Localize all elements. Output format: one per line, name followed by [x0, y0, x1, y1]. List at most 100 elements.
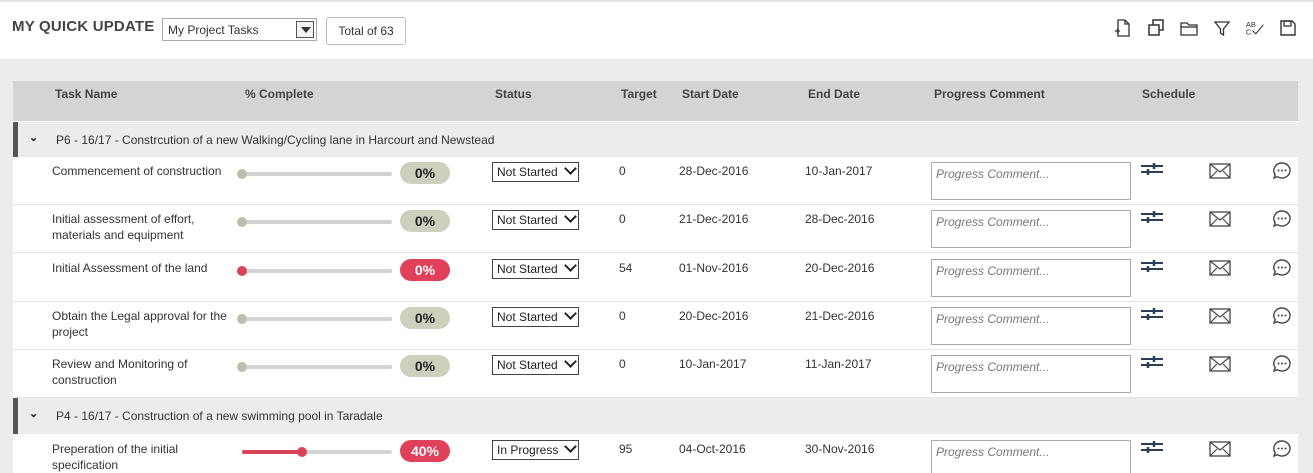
- grid-header: Task Name % Complete Status Target Start…: [13, 81, 1298, 121]
- percent-complete-slider[interactable]: [237, 217, 392, 227]
- start-date: 01-Nov-2016: [679, 261, 749, 275]
- percent-complete-slider[interactable]: [242, 447, 392, 457]
- slider-handle[interactable]: [237, 362, 247, 372]
- task-filter-select[interactable]: My Project Tasks: [162, 18, 317, 41]
- progress-comment-input[interactable]: Progress Comment...: [931, 259, 1131, 297]
- progress-comment-input[interactable]: Progress Comment...: [931, 210, 1131, 248]
- add-page-icon[interactable]: [1112, 16, 1134, 40]
- mail-icon[interactable]: [1207, 353, 1233, 375]
- status-select[interactable]: Not Started: [492, 307, 579, 327]
- end-date: 20-Dec-2016: [805, 261, 875, 275]
- percent-complete-badge: 0%: [400, 210, 450, 232]
- task-row: Review and Monitoring of construction 0% N…: [13, 350, 1298, 398]
- percent-complete-slider[interactable]: [237, 169, 392, 179]
- task-row: Obtain the Legal approval for the projec…: [13, 302, 1298, 350]
- target-value: 95: [619, 442, 633, 456]
- percent-complete-slider[interactable]: [237, 266, 392, 276]
- progress-comment-input[interactable]: Progress Comment...: [931, 162, 1131, 200]
- task-row: Initial assessment of effort, materials …: [13, 205, 1298, 253]
- column-status[interactable]: Status: [495, 87, 532, 101]
- slider-fill: [242, 450, 302, 454]
- end-date: 10-Jan-2017: [805, 164, 873, 178]
- column-start-date[interactable]: Start Date: [682, 87, 739, 101]
- task-row: Preperation of the initial specification…: [13, 435, 1298, 473]
- status-select[interactable]: Not Started: [492, 355, 579, 375]
- comment-bubble-icon[interactable]: [1269, 257, 1295, 279]
- save-icon[interactable]: [1277, 16, 1299, 40]
- start-date: 28-Dec-2016: [679, 164, 749, 178]
- project-group-header[interactable]: ⌄ P6 - 16/17 - Constrcution of a new Walk…: [13, 122, 1298, 158]
- percent-complete-slider[interactable]: [237, 362, 392, 372]
- status-value: In Progress: [497, 443, 559, 457]
- comment-bubble-icon[interactable]: [1269, 305, 1295, 327]
- comment-bubble-icon[interactable]: [1269, 208, 1295, 230]
- status-select[interactable]: In Progress: [492, 440, 579, 460]
- schedule-sliders-icon[interactable]: [1139, 305, 1165, 327]
- chevron-down-icon: [564, 355, 577, 368]
- schedule-sliders-icon[interactable]: [1139, 438, 1165, 460]
- page-title: MY QUICK UPDATE: [12, 18, 155, 35]
- end-date: 11-Jan-2017: [805, 357, 872, 371]
- start-date: 04-Oct-2016: [679, 442, 746, 456]
- column-target[interactable]: Target: [621, 87, 657, 101]
- svg-text:C: C: [1246, 28, 1252, 37]
- status-value: Not Started: [497, 310, 558, 324]
- mail-icon[interactable]: [1207, 257, 1233, 279]
- task-name: Obtain the Legal approval for the projec…: [52, 309, 227, 339]
- project-group-title: P4 - 16/17 - Construction of a new swimm…: [56, 409, 383, 423]
- status-select[interactable]: Not Started: [492, 259, 579, 279]
- comment-bubble-icon[interactable]: [1269, 438, 1295, 460]
- column-percent-complete[interactable]: % Complete: [245, 87, 314, 101]
- task-name: Initial assessment of effort, materials …: [52, 212, 195, 242]
- copy-icon[interactable]: [1145, 16, 1167, 40]
- status-select[interactable]: Not Started: [492, 162, 579, 182]
- schedule-sliders-icon[interactable]: [1139, 208, 1165, 230]
- end-date: 21-Dec-2016: [805, 309, 875, 323]
- slider-handle[interactable]: [237, 266, 247, 276]
- folder-icon[interactable]: [1178, 16, 1200, 40]
- chevron-down-icon: [564, 210, 577, 223]
- comment-bubble-icon[interactable]: [1269, 353, 1295, 375]
- target-value: 0: [619, 212, 626, 226]
- status-value: Not Started: [497, 165, 558, 179]
- collapse-chevron-icon[interactable]: ⌄: [29, 407, 38, 420]
- percent-complete-slider[interactable]: [237, 314, 392, 324]
- percent-complete-badge: 0%: [400, 307, 450, 329]
- progress-comment-input[interactable]: Progress Comment...: [931, 307, 1131, 345]
- progress-comment-input[interactable]: Progress Comment...: [931, 355, 1131, 393]
- project-group-header[interactable]: ⌄ P4 - 16/17 - Construction of a new swim…: [13, 398, 1298, 434]
- status-value: Not Started: [497, 213, 558, 227]
- column-schedule[interactable]: Schedule: [1142, 87, 1195, 101]
- start-date: 21-Dec-2016: [679, 212, 749, 226]
- column-progress-comment[interactable]: Progress Comment: [934, 87, 1045, 101]
- progress-comment-input[interactable]: Progress Comment...: [931, 440, 1131, 473]
- mail-icon[interactable]: [1207, 208, 1233, 230]
- schedule-sliders-icon[interactable]: [1139, 160, 1165, 182]
- collapse-chevron-icon[interactable]: ⌄: [29, 131, 38, 144]
- status-select[interactable]: Not Started: [492, 210, 579, 230]
- column-task-name[interactable]: Task Name: [55, 87, 117, 101]
- total-count-button[interactable]: Total of 63: [326, 17, 406, 45]
- mail-icon[interactable]: [1207, 438, 1233, 460]
- slider-handle[interactable]: [237, 217, 247, 227]
- mail-icon[interactable]: [1207, 305, 1233, 327]
- chevron-down-icon[interactable]: [296, 21, 314, 38]
- slider-handle[interactable]: [237, 314, 247, 324]
- slider-handle[interactable]: [237, 169, 247, 179]
- comment-bubble-icon[interactable]: [1269, 160, 1295, 182]
- schedule-sliders-icon[interactable]: [1139, 353, 1165, 375]
- end-date: 30-Nov-2016: [805, 442, 875, 456]
- mail-icon[interactable]: [1207, 160, 1233, 182]
- spellcheck-icon[interactable]: AB C: [1244, 16, 1266, 40]
- filter-icon[interactable]: [1211, 16, 1233, 40]
- schedule-sliders-icon[interactable]: [1139, 257, 1165, 279]
- task-name: Review and Monitoring of construction: [52, 357, 188, 387]
- task-filter-value: My Project Tasks: [168, 23, 259, 37]
- end-date: 28-Dec-2016: [805, 212, 875, 226]
- column-end-date[interactable]: End Date: [808, 87, 860, 101]
- status-value: Not Started: [497, 262, 558, 276]
- task-grid: Task Name % Complete Status Target Start…: [13, 81, 1298, 473]
- top-bar: MY QUICK UPDATE My Project Tasks Total o…: [0, 0, 1313, 59]
- chevron-down-icon: [564, 440, 577, 453]
- slider-handle[interactable]: [297, 447, 307, 457]
